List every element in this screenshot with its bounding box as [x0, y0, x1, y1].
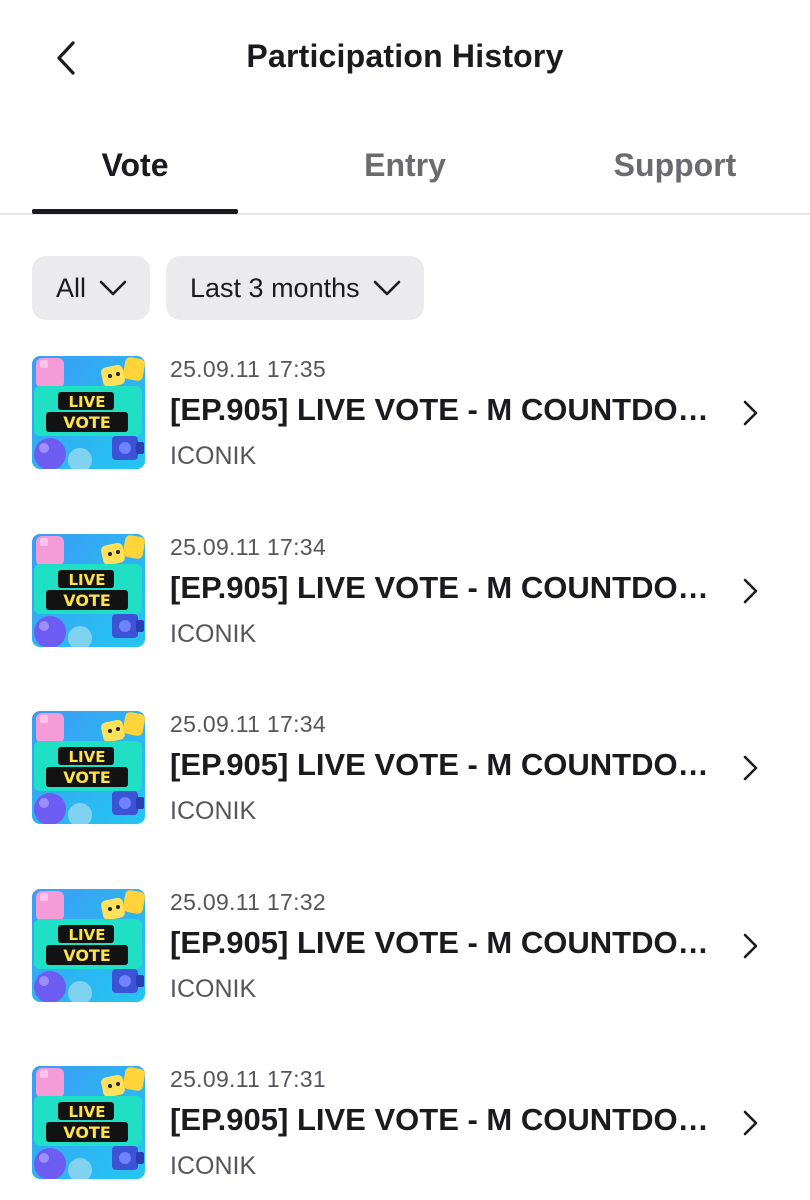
history-list-item[interactable]: LIVE VOTE 25.09.11 17:34 [EP.905] LIVE V… [0, 518, 810, 696]
thumb-line2: VOTE [63, 768, 111, 787]
event-title: [EP.905] LIVE VOTE - M COUNTDOWN [170, 392, 710, 427]
participation-history-screen: Participation History Vote Entry Support… [0, 0, 810, 1200]
thumb-line1: LIVE [69, 571, 106, 589]
event-organizer: ICONIK [170, 974, 257, 1003]
period-filter-label: Last 3 months [190, 272, 360, 303]
chevron-down-icon [373, 280, 400, 296]
thumb-line1: LIVE [69, 748, 106, 766]
filter-bar: All Last 3 months [32, 256, 424, 320]
live-vote-thumbnail: LIVE VOTE [32, 533, 145, 647]
thumb-line2: VOTE [63, 946, 111, 965]
event-title: [EP.905] LIVE VOTE - M COUNTDOWN [170, 747, 710, 782]
history-list-item[interactable]: LIVE VOTE 25.09.11 17:35 [EP.905] LIVE V… [0, 340, 810, 518]
history-list: LIVE VOTE 25.09.11 17:35 [EP.905] LIVE V… [0, 340, 810, 1200]
active-tab-indicator [32, 209, 238, 214]
live-vote-thumbnail: LIVE VOTE [32, 356, 145, 469]
participation-date: 25.09.11 17:34 [170, 711, 326, 737]
chevron-right-icon [738, 1108, 762, 1138]
thumb-line1: LIVE [69, 393, 106, 411]
thumb-line2: VOTE [63, 413, 111, 432]
thumb-line2: VOTE [63, 591, 111, 610]
tab-support[interactable]: Support [540, 115, 810, 215]
event-organizer: ICONIK [170, 619, 257, 648]
thumb-line1: LIVE [69, 926, 106, 944]
event-organizer: ICONIK [170, 1152, 257, 1180]
event-title: [EP.905] LIVE VOTE - M COUNTDOWN [170, 569, 710, 605]
live-vote-thumbnail: LIVE VOTE [32, 1066, 145, 1179]
history-list-item[interactable]: LIVE VOTE 25.09.11 17:34 [EP.905] LIVE V… [0, 695, 810, 873]
page-title: Participation History [246, 38, 564, 74]
tab-entry[interactable]: Entry [270, 115, 540, 215]
tab-vote[interactable]: Vote [0, 115, 270, 215]
tab-bar: Vote Entry Support [0, 115, 810, 215]
participation-date: 25.09.11 17:32 [170, 888, 326, 915]
chevron-right-icon [738, 753, 762, 783]
participation-date: 25.09.11 17:35 [170, 356, 326, 382]
event-title: [EP.905] LIVE VOTE - M COUNTDOWN [170, 924, 710, 960]
history-list-item[interactable]: LIVE VOTE 25.09.11 17:32 [EP.905] LIVE V… [0, 873, 810, 1051]
chevron-down-icon [99, 280, 127, 296]
live-vote-thumbnail: LIVE VOTE [32, 888, 145, 1002]
type-filter-label: All [56, 272, 87, 303]
thumb-line2: VOTE [63, 1123, 111, 1142]
chevron-right-icon [738, 576, 762, 606]
chevron-right-icon [738, 931, 762, 961]
type-filter-dropdown[interactable]: All [32, 256, 151, 320]
event-organizer: ICONIK [170, 797, 257, 825]
participation-date: 25.09.11 17:31 [170, 1066, 326, 1092]
participation-date: 25.09.11 17:34 [170, 533, 326, 560]
live-vote-thumbnail: LIVE VOTE [32, 711, 145, 824]
history-list-item[interactable]: LIVE VOTE 25.09.11 17:31 [EP.905] LIVE V… [0, 1050, 810, 1200]
event-organizer: ICONIK [170, 442, 257, 470]
top-bar: Participation History [0, 0, 810, 115]
chevron-right-icon [738, 398, 762, 428]
period-filter-dropdown[interactable]: Last 3 months [166, 256, 424, 320]
thumb-line1: LIVE [69, 1103, 106, 1121]
event-title: [EP.905] LIVE VOTE - M COUNTDOWN [170, 1102, 710, 1137]
